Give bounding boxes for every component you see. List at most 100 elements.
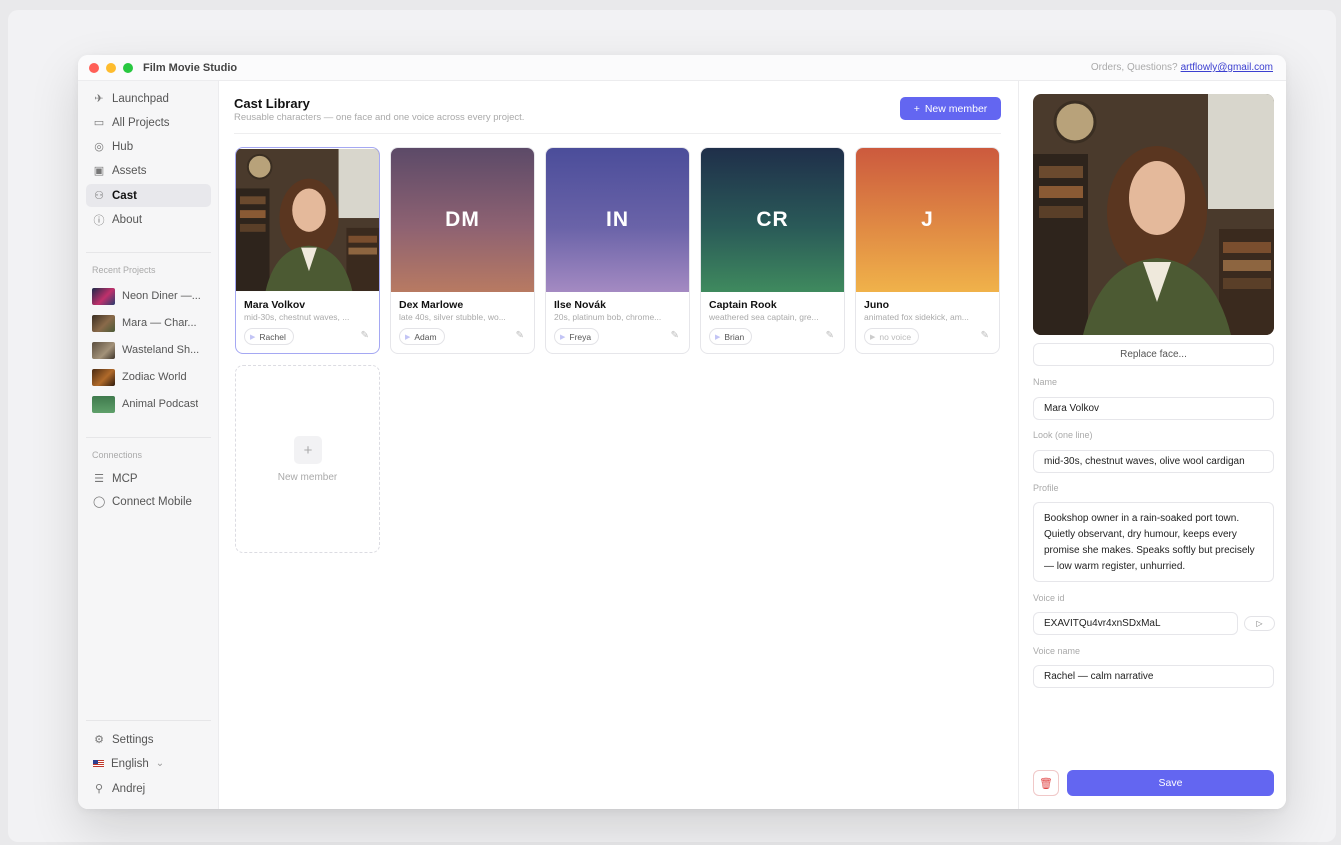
- cast-portrait: [236, 148, 379, 292]
- project-thumbnail: [92, 287, 115, 305]
- voice-preview-button[interactable]: ▶ Adam: [399, 328, 445, 345]
- voice-label: Adam: [414, 331, 437, 342]
- main-content: Cast Library Reusable characters — one f…: [219, 81, 1018, 809]
- sidebar-item-assets[interactable]: ▣ Assets: [86, 159, 211, 182]
- close-window-button[interactable]: [89, 63, 99, 73]
- edit-icon[interactable]: ✎: [361, 330, 369, 341]
- recent-project-item[interactable]: Neon Diner —...: [92, 286, 212, 306]
- profile-textarea[interactable]: Bookshop owner in a rain-soaked port tow…: [1033, 502, 1274, 582]
- window-controls: [89, 63, 133, 73]
- voice-id-label: Voice id: [1033, 593, 1065, 603]
- edit-icon[interactable]: ✎: [671, 330, 679, 341]
- voice-preview-button[interactable]: ▶ Freya: [554, 328, 600, 345]
- cast-description: animated fox sidekick, am...: [864, 312, 969, 322]
- us-flag-icon: [93, 760, 104, 767]
- sidebar-item-hub[interactable]: ◎ Hub: [86, 135, 211, 158]
- new-member-button[interactable]: + New member: [900, 97, 1001, 120]
- user-icon: ⚲: [94, 783, 104, 795]
- project-thumbnail: [92, 368, 115, 386]
- voice-preview-button[interactable]: ▶ Brian: [709, 328, 753, 345]
- contact-prefix: Orders, Questions?: [1090, 62, 1178, 73]
- header-divider: [234, 133, 1001, 134]
- chevron-down-icon: ⌄: [155, 758, 165, 769]
- replace-face-button[interactable]: Replace face...: [1033, 343, 1274, 366]
- voice-label: Freya: [569, 331, 592, 342]
- edit-icon[interactable]: ✎: [516, 330, 524, 341]
- cast-avatar: CR: [701, 148, 844, 292]
- edit-icon[interactable]: ✎: [826, 330, 834, 341]
- sidebar-divider: [86, 720, 211, 721]
- sidebar-divider: [86, 437, 211, 438]
- voice-label: no voice: [879, 331, 912, 342]
- sidebar-item-about[interactable]: ⓘ About: [86, 208, 211, 231]
- sidebar-item-label: Launchpad: [112, 92, 169, 105]
- rocket-icon: ✈: [94, 93, 104, 105]
- app-window: Film Movie Studio Orders, Questions? artf…: [78, 55, 1286, 809]
- voice-name-field[interactable]: Rachel — calm narrative: [1033, 665, 1274, 688]
- project-thumbnail: [92, 314, 115, 332]
- look-label: Look (one line): [1033, 430, 1093, 440]
- selected-cast-portrait: [1033, 94, 1274, 335]
- play-voice-button[interactable]: ▷: [1244, 616, 1275, 631]
- cast-card-captain-rook[interactable]: CR Captain Rook weathered sea captain, g…: [700, 147, 845, 354]
- play-icon: ▶: [560, 333, 566, 341]
- cast-card-juno[interactable]: J Juno animated fox sidekick, am... ▶ no…: [855, 147, 1000, 354]
- recent-project-item[interactable]: Wasteland Sh...: [92, 340, 212, 360]
- name-field[interactable]: Mara Volkov: [1033, 397, 1274, 420]
- language-label: English: [111, 757, 149, 770]
- sidebar-item-settings[interactable]: ⚙ Settings: [86, 728, 211, 751]
- new-member-card[interactable]: + New member: [235, 365, 380, 553]
- recent-project-item[interactable]: Zodiac World: [92, 367, 212, 387]
- save-button[interactable]: Save: [1067, 770, 1274, 796]
- cast-card-dex-marlowe[interactable]: DM Dex Marlowe late 40s, silver stubble,…: [390, 147, 535, 354]
- sidebar-divider: [86, 252, 211, 253]
- sidebar-item-all-projects[interactable]: ▭ All Projects: [86, 111, 211, 134]
- trash-icon: 🗑: [1039, 777, 1053, 790]
- sidebar-item-label: MCP: [112, 472, 138, 485]
- play-icon: ▶: [405, 333, 411, 341]
- recent-project-item[interactable]: Animal Podcast: [92, 394, 212, 414]
- voice-name-label: Voice name: [1033, 646, 1081, 656]
- recent-project-label: Zodiac World: [122, 371, 187, 383]
- voice-preview-button[interactable]: ▶ Rachel: [244, 328, 294, 345]
- new-member-button-label: New member: [924, 102, 988, 115]
- delete-button[interactable]: 🗑: [1033, 770, 1059, 796]
- cast-description: weathered sea captain, gre...: [709, 312, 819, 322]
- sidebar-item-launchpad[interactable]: ✈ Launchpad: [86, 87, 211, 110]
- portrait-illustration: [1033, 94, 1274, 335]
- sidebar-item-connect-mobile[interactable]: ◯ Connect Mobile: [86, 490, 211, 513]
- edit-icon[interactable]: ✎: [981, 330, 989, 341]
- language-selector[interactable]: English ⌄: [86, 752, 211, 775]
- recent-project-item[interactable]: Mara — Char...: [92, 313, 212, 333]
- sidebar-item-label: Settings: [112, 733, 154, 746]
- cast-name: Captain Rook: [709, 299, 777, 311]
- name-label: Name: [1033, 377, 1058, 387]
- users-icon: ⚇: [94, 190, 104, 202]
- cast-avatar: IN: [546, 148, 689, 292]
- connections-label: Connections: [92, 450, 143, 460]
- avatar-initials: CR: [756, 208, 789, 231]
- maximize-window-button[interactable]: [123, 63, 133, 73]
- recent-project-label: Animal Podcast: [122, 398, 199, 410]
- cast-name: Ilse Novák: [554, 299, 606, 311]
- sidebar-item-user[interactable]: ⚲ Andrej: [86, 777, 211, 800]
- folder-icon: ▭: [93, 117, 105, 129]
- app-title: Film Movie Studio: [143, 62, 238, 74]
- avatar-initials: DM: [445, 208, 480, 231]
- project-thumbnail: [92, 341, 115, 359]
- image-icon: ▣: [93, 165, 105, 177]
- minimize-window-button[interactable]: [106, 63, 116, 73]
- cast-card-ilse-novak[interactable]: IN Ilse Novák 20s, platinum bob, chrome.…: [545, 147, 690, 354]
- play-icon: ▷: [1256, 619, 1263, 628]
- voice-preview-button[interactable]: ▶ no voice: [864, 328, 920, 345]
- voice-id-field[interactable]: EXAVITQu4vr4xnSDxMaL: [1033, 612, 1238, 635]
- sidebar-item-cast[interactable]: ⚇ Cast: [86, 184, 211, 207]
- cast-card-mara-volkov[interactable]: Mara Volkov mid-30s, chestnut waves, ...…: [235, 147, 380, 354]
- sidebar: ✈ Launchpad ▭ All Projects ◎ Hub ▣ Asset…: [78, 81, 219, 809]
- contact-email-link[interactable]: artflowly@gmail.com: [1181, 62, 1273, 73]
- look-field[interactable]: mid-30s, chestnut waves, olive wool card…: [1033, 450, 1274, 473]
- page-title: Cast Library: [234, 96, 310, 111]
- sidebar-item-mcp[interactable]: ☰ MCP: [86, 467, 211, 490]
- voice-label: Rachel: [259, 331, 286, 342]
- cast-name: Mara Volkov: [244, 299, 306, 311]
